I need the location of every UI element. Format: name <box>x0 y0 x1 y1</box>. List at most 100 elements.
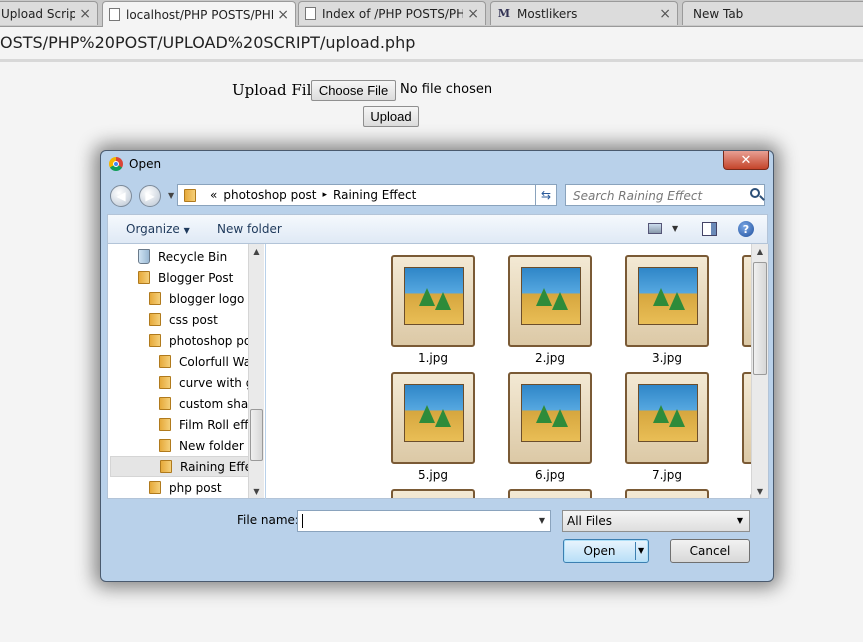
folder-icon <box>149 334 161 347</box>
tab-new-tab[interactable]: New Tab <box>682 1 863 25</box>
tree-item-label: New folder <box>179 438 244 453</box>
scroll-down-icon[interactable]: ▼ <box>752 484 768 498</box>
organize-menu[interactable]: Organize ▼ <box>126 222 190 236</box>
file-name-input[interactable]: ▼ <box>297 510 551 532</box>
file-item[interactable]: 7.jpg <box>625 372 711 482</box>
file-list: 1.jpg2.jpg3.jpg4.jpg5.jpg6.jpg7.jpg8.jpg <box>266 244 769 499</box>
scroll-up-icon[interactable]: ▲ <box>249 244 264 258</box>
folder-icon <box>159 397 171 410</box>
folder-icon <box>184 188 196 202</box>
cancel-button[interactable]: Cancel <box>670 539 750 563</box>
breadcrumb-item-photoshop-post[interactable]: photoshop post <box>223 188 316 202</box>
tree-item-label: Recycle Bin <box>158 249 228 264</box>
tab-close-icon[interactable]: × <box>277 7 289 23</box>
view-dropdown-icon[interactable]: ▼ <box>672 224 678 233</box>
folder-icon <box>159 376 171 389</box>
tree-item[interactable]: Raining Effec <box>110 456 264 477</box>
search-placeholder: Search Raining Effect <box>573 189 703 203</box>
address-bar[interactable]: OSTS/PHP%20POST/UPLOAD%20SCRIPT/upload.p… <box>0 27 863 60</box>
image-file-icon <box>625 489 709 498</box>
back-button[interactable]: ◀ <box>110 185 132 207</box>
file-item[interactable]: 3.jpg <box>625 255 711 365</box>
image-file-icon <box>508 255 592 347</box>
tab-index-of[interactable]: Index of /PHP POSTS/PHP × <box>298 1 486 25</box>
dialog-close-button[interactable]: ✕ <box>723 151 769 170</box>
tree-item[interactable]: photoshop pos <box>108 330 265 351</box>
breadcrumb[interactable]: « photoshop post ▸ Raining Effect ▼ <box>177 184 557 206</box>
tab-localhost[interactable]: localhost/PHP POSTS/PHP × <box>102 1 296 27</box>
image-file-icon <box>508 489 592 498</box>
file-item[interactable]: 2.jpg <box>508 255 594 365</box>
recent-locations-dropdown-icon[interactable]: ▼ <box>168 191 174 200</box>
split-divider <box>635 542 636 560</box>
tree-item[interactable]: Blogger Post <box>108 267 265 288</box>
image-file-icon <box>625 255 709 347</box>
file-name: 5.jpg <box>417 468 449 482</box>
tree-item[interactable]: css post <box>108 309 265 330</box>
tab-mostlikers[interactable]: M Mostlikers × <box>490 1 678 25</box>
file-item[interactable]: 6.jpg <box>508 372 594 482</box>
image-file-icon <box>391 372 475 464</box>
file-item[interactable]: 1.jpg <box>391 255 477 365</box>
open-file-dialog: Open ✕ ◀ ▶ ▼ « photoshop post ▸ Raining … <box>100 150 774 582</box>
choose-file-button[interactable]: Choose File <box>311 80 396 101</box>
scroll-thumb[interactable] <box>753 262 767 375</box>
tab-close-icon[interactable]: × <box>79 6 91 22</box>
url-text[interactable]: OSTS/PHP%20POST/UPLOAD%20SCRIPT/upload.p… <box>0 33 415 52</box>
tree-item[interactable]: curve with gl <box>108 372 265 393</box>
tree-item-label: Raining Effec <box>180 459 259 474</box>
file-item[interactable]: 5.jpg <box>391 372 477 482</box>
forward-arrow-icon: ▶ <box>145 189 155 203</box>
help-icon[interactable]: ? <box>738 221 754 237</box>
search-input[interactable]: Search Raining Effect <box>565 184 765 206</box>
tree-item[interactable]: Film Roll effe <box>108 414 265 435</box>
preview-pane-icon[interactable] <box>702 222 717 236</box>
back-arrow-icon: ◀ <box>116 189 126 203</box>
breadcrumb-separator-icon[interactable]: ▸ <box>323 190 328 200</box>
folder-icon <box>159 355 171 368</box>
tree-item[interactable]: custom shap <box>108 393 265 414</box>
tab-label: Index of /PHP POSTS/PHP <box>322 6 464 21</box>
breadcrumb-overflow[interactable]: « <box>210 188 217 202</box>
file-item[interactable] <box>391 489 477 498</box>
tree-item[interactable]: Colorfull Wav <box>108 351 265 372</box>
files-scrollbar[interactable]: ▲ ▼ <box>751 244 768 498</box>
tree-item-label: curve with gl <box>179 375 257 390</box>
search-icon[interactable] <box>750 188 760 198</box>
open-dropdown-icon[interactable]: ▼ <box>638 546 644 555</box>
image-file-icon <box>391 489 475 498</box>
forward-button[interactable]: ▶ <box>139 185 161 207</box>
file-name-dropdown-icon[interactable]: ▼ <box>539 516 545 525</box>
file-item[interactable] <box>625 489 711 498</box>
open-button[interactable]: Open ▼ <box>563 539 649 563</box>
tree-item[interactable]: blogger logo <box>108 288 265 309</box>
change-view-icon[interactable] <box>648 223 662 234</box>
file-name: 7.jpg <box>651 468 683 482</box>
scroll-down-icon[interactable]: ▼ <box>249 484 264 498</box>
breadcrumb-item-raining-effect[interactable]: Raining Effect <box>333 188 416 202</box>
no-file-text: No file chosen <box>400 82 493 97</box>
dialog-toolbar: Organize ▼ New folder ▼ ? <box>107 214 768 244</box>
file-name-label: File name: <box>237 513 299 527</box>
scroll-up-icon[interactable]: ▲ <box>752 244 768 258</box>
new-folder-button[interactable]: New folder <box>217 222 282 236</box>
organize-dropdown-icon: ▼ <box>183 226 190 235</box>
tab-close-icon[interactable]: × <box>659 6 671 22</box>
tab-upload-script[interactable]: Upload Script × <box>0 1 98 25</box>
file-type-select[interactable]: All Files ▼ <box>562 510 750 532</box>
tree-item[interactable]: Recycle Bin <box>108 246 265 267</box>
tree-item[interactable]: php post <box>108 477 265 498</box>
recycle-bin-icon <box>138 249 150 264</box>
refresh-button[interactable]: ⇆ <box>535 184 557 206</box>
upload-button[interactable]: Upload <box>363 106 419 127</box>
tab-label: Mostlikers <box>517 6 578 21</box>
navigation-scrollbar[interactable]: ▲ ▼ <box>248 244 264 498</box>
scroll-thumb[interactable] <box>250 409 263 461</box>
tree-item[interactable]: New folder <box>108 435 265 456</box>
folder-icon <box>159 418 171 431</box>
file-name: 3.jpg <box>651 351 683 365</box>
file-item[interactable] <box>508 489 594 498</box>
navigation-pane: Recycle Bin Blogger Post blogger logo css p… <box>107 244 265 499</box>
tab-close-icon[interactable]: × <box>467 6 479 22</box>
organize-label: Organize <box>126 222 180 236</box>
